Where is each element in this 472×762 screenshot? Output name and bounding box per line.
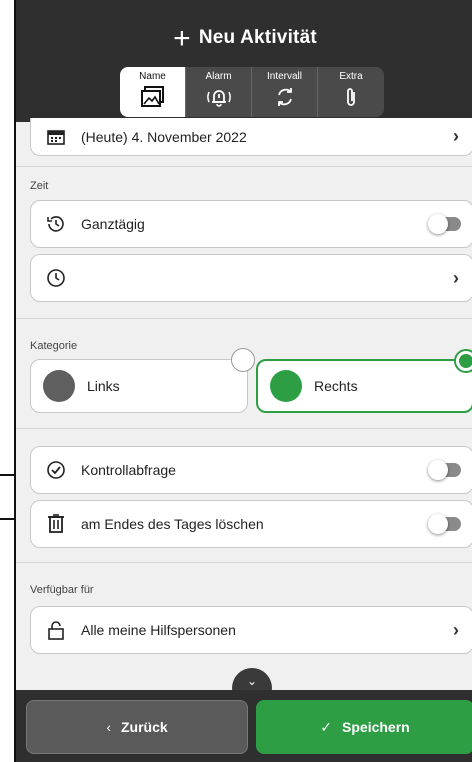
- repeat-icon: [277, 88, 292, 106]
- trash-icon: [45, 513, 67, 535]
- chevron-left-icon: ‹: [106, 719, 111, 735]
- history-icon: [45, 213, 67, 235]
- category-left-swatch: [43, 370, 75, 402]
- all-day-row[interactable]: Ganztägig: [30, 200, 472, 248]
- image-icon: [140, 86, 164, 107]
- category-right-radio[interactable]: [454, 349, 472, 373]
- all-day-label: Ganztägig: [81, 216, 145, 232]
- tab-name[interactable]: Name: [120, 67, 186, 117]
- alarm-bell-icon: [206, 90, 231, 107]
- header: + Neu Aktivität Name Alarm Intervall Ext…: [16, 0, 472, 122]
- check-toggle[interactable]: [428, 460, 461, 480]
- time-field[interactable]: ›: [30, 254, 472, 302]
- page-title: + Neu Aktivität: [173, 22, 317, 55]
- checkmark-icon: ✓: [320, 718, 333, 735]
- availability-field[interactable]: Alle meine Hilfspersonen ›: [30, 606, 472, 654]
- all-day-toggle[interactable]: [428, 214, 461, 234]
- category-left-radio[interactable]: [231, 348, 255, 372]
- tab-intervall[interactable]: Intervall: [252, 67, 318, 117]
- delete-row[interactable]: am Endes des Tages löschen: [30, 500, 472, 548]
- delete-toggle[interactable]: [428, 514, 461, 534]
- plus-icon: +: [173, 22, 191, 55]
- tab-bar: Name Alarm Intervall Extra: [120, 67, 384, 117]
- save-button[interactable]: ✓ Speichern: [256, 700, 472, 754]
- delete-label: am Endes des Tages löschen: [81, 516, 264, 532]
- chevron-right-icon: ›: [453, 126, 459, 146]
- back-button[interactable]: ‹ Zurück: [26, 700, 248, 754]
- chevron-right-icon: ›: [453, 267, 459, 288]
- chevron-down-icon: ⌄: [246, 674, 258, 688]
- clock-icon: [45, 267, 67, 289]
- section-label-time: Zeit: [30, 180, 49, 192]
- footer: ‹ Zurück ✓ Speichern: [16, 690, 472, 762]
- availability-value: Alle meine Hilfspersonen: [81, 622, 236, 638]
- category-left-label: Links: [87, 378, 120, 394]
- category-right-swatch: [270, 370, 302, 402]
- date-field[interactable]: (Heute) 4. November 2022 ›: [30, 118, 472, 156]
- category-left[interactable]: Links: [30, 348, 255, 413]
- paperclip-icon: [347, 88, 355, 106]
- app-screen: + Neu Aktivität Name Alarm Intervall Ext…: [14, 0, 472, 762]
- section-label-category: Kategorie: [30, 340, 78, 352]
- check-label: Kontrollabfrage: [81, 462, 176, 478]
- chevron-right-icon: ›: [453, 619, 459, 640]
- calendar-icon: [45, 126, 67, 148]
- category-right[interactable]: Rechts: [256, 349, 472, 413]
- unlock-icon: [45, 619, 67, 641]
- date-value: (Heute) 4. November 2022: [81, 128, 247, 145]
- section-label-availability: Verfügbar für: [30, 584, 94, 596]
- tab-extra[interactable]: Extra: [318, 67, 384, 117]
- tab-alarm[interactable]: Alarm: [186, 67, 252, 117]
- check-row[interactable]: Kontrollabfrage: [30, 446, 472, 494]
- category-right-label: Rechts: [314, 378, 358, 394]
- check-circle-icon: [45, 459, 67, 481]
